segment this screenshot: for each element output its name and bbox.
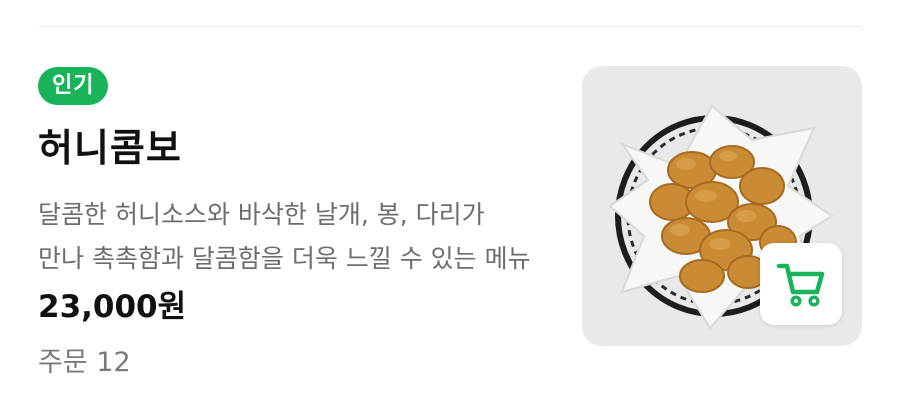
menu-item-card[interactable]: 인기 허니콤보 달콤한 허니소스와 바삭한 날개, 봉, 다리가 만나 촉촉함과… <box>0 27 900 415</box>
item-price: 23,000원 <box>38 289 187 325</box>
item-name: 허니콤보 <box>38 126 182 170</box>
order-count: 주문 12 <box>38 347 131 378</box>
add-to-cart-button[interactable] <box>760 243 842 325</box>
popular-badge: 인기 <box>38 67 109 105</box>
item-description: 달콤한 허니소스와 바삭한 날개, 봉, 다리가 만나 촉촉함과 달콤함을 더욱… <box>38 200 531 273</box>
